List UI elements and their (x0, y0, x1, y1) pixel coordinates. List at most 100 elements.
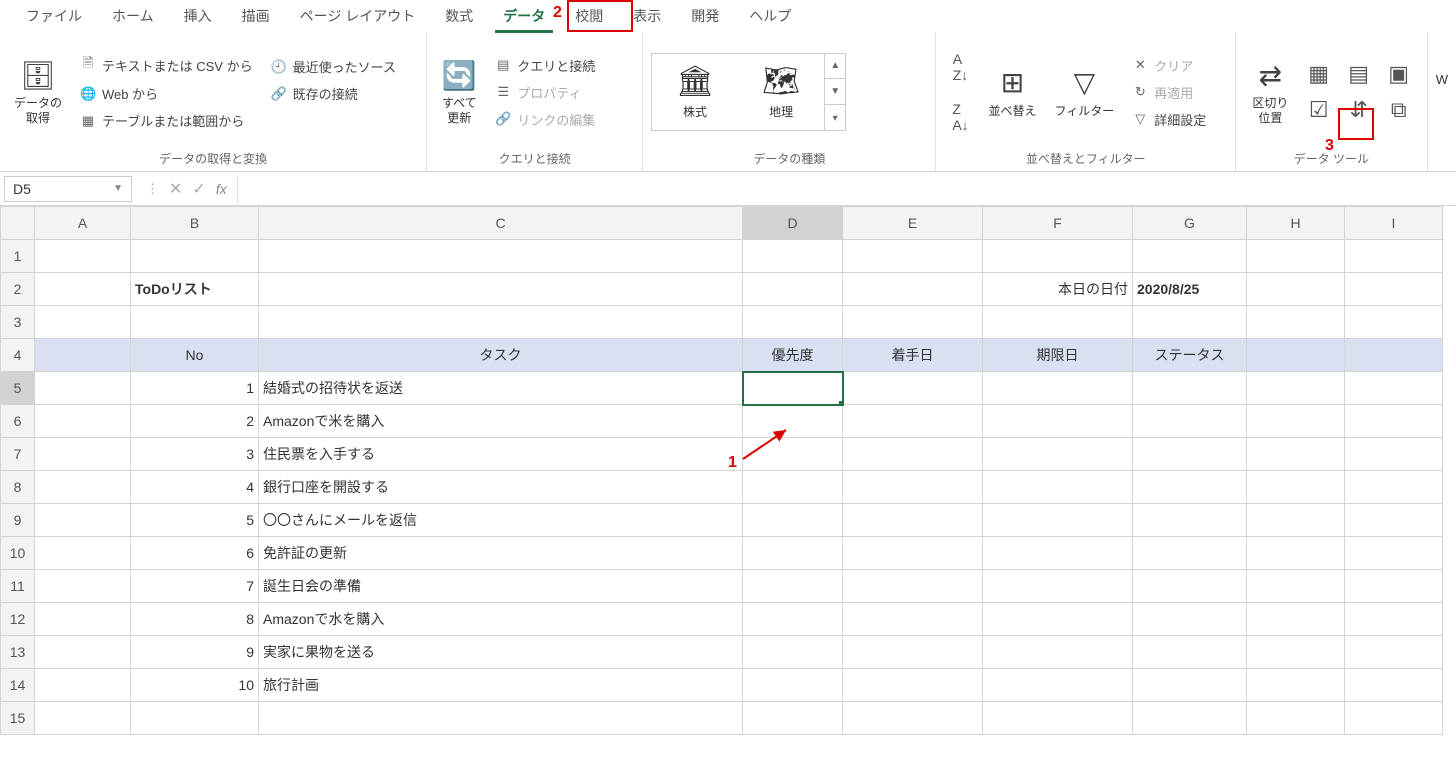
reapply-button[interactable]: ↻再適用 (1126, 80, 1212, 105)
cell[interactable] (983, 702, 1133, 735)
recent-sources-button[interactable]: 🕘最近使ったソース (265, 54, 402, 79)
row-header[interactable]: 2 (1, 273, 35, 306)
cell[interactable] (35, 504, 131, 537)
row-header[interactable]: 4 (1, 339, 35, 372)
relationships-button[interactable]: ⇵ (1343, 94, 1375, 126)
cell[interactable]: 1 (131, 372, 259, 405)
cell[interactable] (1345, 273, 1443, 306)
cell[interactable] (1247, 273, 1345, 306)
cell[interactable] (1247, 339, 1345, 372)
cell[interactable] (843, 570, 983, 603)
cell[interactable] (35, 471, 131, 504)
cell[interactable] (1247, 306, 1345, 339)
cell[interactable] (843, 273, 983, 306)
cell[interactable] (259, 273, 743, 306)
cell[interactable]: 2 (131, 405, 259, 438)
cell[interactable] (743, 405, 843, 438)
cell[interactable] (843, 240, 983, 273)
cell[interactable] (1345, 636, 1443, 669)
cell[interactable]: ステータス (1133, 339, 1247, 372)
cell[interactable]: 旅行計画 (259, 669, 743, 702)
stocks-type[interactable]: 🏛 株式 (652, 56, 738, 128)
row-header[interactable]: 15 (1, 702, 35, 735)
sort-asc-button[interactable]: AZ↓ (944, 51, 976, 83)
row-header[interactable]: 10 (1, 537, 35, 570)
cell[interactable] (843, 471, 983, 504)
cell[interactable] (743, 372, 843, 405)
row-header[interactable]: 11 (1, 570, 35, 603)
get-data-button[interactable]: 🗄 データの 取得 (8, 55, 68, 129)
cell[interactable] (983, 438, 1133, 471)
cell[interactable]: No (131, 339, 259, 372)
cell[interactable] (35, 438, 131, 471)
from-table-button[interactable]: ▦テーブルまたは範囲から (74, 108, 259, 133)
cell[interactable] (35, 240, 131, 273)
cell[interactable] (1133, 636, 1247, 669)
cell[interactable] (743, 570, 843, 603)
cell[interactable] (743, 240, 843, 273)
col-header-E[interactable]: E (843, 207, 983, 240)
edit-links-button[interactable]: 🔗リンクの編集 (489, 107, 601, 132)
row-header[interactable]: 1 (1, 240, 35, 273)
clear-filter-button[interactable]: ✕クリア (1126, 53, 1212, 78)
gallery-up-icon[interactable]: ▲ (825, 53, 845, 79)
cell[interactable] (1247, 570, 1345, 603)
cell[interactable] (35, 372, 131, 405)
col-header-A[interactable]: A (35, 207, 131, 240)
cell[interactable] (1345, 570, 1443, 603)
cell[interactable] (35, 636, 131, 669)
cell[interactable] (1345, 240, 1443, 273)
row-header[interactable]: 3 (1, 306, 35, 339)
col-header-B[interactable]: B (131, 207, 259, 240)
cell[interactable]: 本日の日付 (983, 273, 1133, 306)
cell[interactable] (843, 603, 983, 636)
cell[interactable] (1345, 603, 1443, 636)
cell[interactable] (983, 504, 1133, 537)
cell[interactable]: 4 (131, 471, 259, 504)
cell[interactable] (35, 570, 131, 603)
cell[interactable] (1247, 636, 1345, 669)
cell[interactable]: 誕生日会の準備 (259, 570, 743, 603)
cell[interactable] (983, 471, 1133, 504)
cell[interactable]: 結婚式の招待状を返送 (259, 372, 743, 405)
cell[interactable] (1345, 702, 1443, 735)
tab-formulas[interactable]: 数式 (431, 0, 487, 32)
tab-help[interactable]: ヘルプ (735, 0, 805, 32)
select-all-corner[interactable] (1, 207, 35, 240)
cell[interactable] (35, 702, 131, 735)
cell[interactable]: 2020/8/25 (1133, 273, 1247, 306)
name-box[interactable]: D5 ▼ (4, 176, 132, 202)
cell[interactable] (1345, 306, 1443, 339)
col-header-G[interactable]: G (1133, 207, 1247, 240)
cell[interactable]: 免許証の更新 (259, 537, 743, 570)
cell[interactable] (983, 240, 1133, 273)
data-validation-button[interactable]: ☑ (1303, 94, 1335, 126)
row-header[interactable]: 5 (1, 372, 35, 405)
cell[interactable] (743, 471, 843, 504)
gallery-down-icon[interactable]: ▼ (825, 79, 845, 105)
cell[interactable] (1345, 537, 1443, 570)
cell[interactable] (743, 603, 843, 636)
cell[interactable] (843, 438, 983, 471)
cell[interactable] (1345, 669, 1443, 702)
sort-button[interactable]: ⊞ 並べ替え (982, 62, 1042, 122)
cell[interactable]: 8 (131, 603, 259, 636)
refresh-all-button[interactable]: 🔄 すべて 更新 (435, 55, 483, 129)
cancel-formula-button[interactable]: ✕ (169, 179, 182, 199)
cell[interactable]: タスク (259, 339, 743, 372)
cell[interactable] (1247, 504, 1345, 537)
cell[interactable]: Amazonで水を購入 (259, 603, 743, 636)
cell[interactable]: 3 (131, 438, 259, 471)
accept-formula-button[interactable]: ✓ (192, 179, 205, 199)
cell[interactable] (131, 702, 259, 735)
cell[interactable] (1133, 240, 1247, 273)
filter-button[interactable]: ▽ フィルター (1049, 62, 1121, 122)
formula-input[interactable] (237, 175, 1456, 203)
cell[interactable]: 9 (131, 636, 259, 669)
col-header-I[interactable]: I (1345, 207, 1443, 240)
cell[interactable] (1133, 372, 1247, 405)
cell[interactable] (1247, 537, 1345, 570)
cell[interactable]: 銀行口座を開設する (259, 471, 743, 504)
cell[interactable] (131, 240, 259, 273)
cell[interactable]: 5 (131, 504, 259, 537)
